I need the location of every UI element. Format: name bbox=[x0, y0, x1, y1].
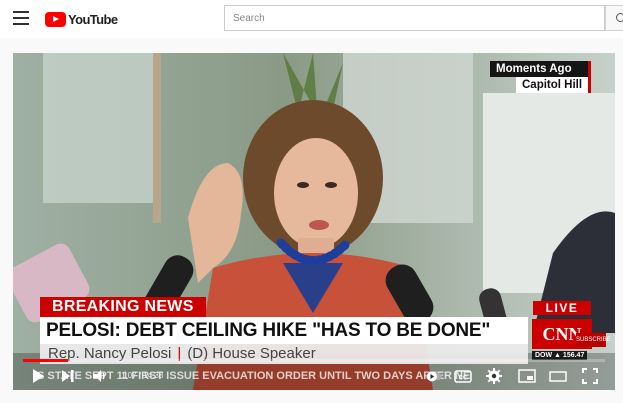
fullscreen-icon[interactable] bbox=[581, 367, 599, 385]
subscribe-watermark[interactable]: SUBSCRIBE bbox=[576, 333, 611, 347]
masthead: YouTube bbox=[0, 0, 623, 38]
badge-line2: Capitol Hill bbox=[516, 77, 592, 93]
settings-icon[interactable] bbox=[485, 367, 503, 385]
theater-icon[interactable] bbox=[549, 367, 567, 385]
play-icon[interactable] bbox=[29, 367, 47, 385]
live-badge: LIVE bbox=[533, 301, 591, 315]
video-player[interactable]: Moments Ago Capitol Hill BREAKING NEWS P… bbox=[13, 53, 615, 390]
search-button[interactable] bbox=[605, 5, 623, 31]
current-time: 1:07 bbox=[121, 371, 137, 380]
time-display: 1:07 / 14:38 bbox=[121, 371, 163, 380]
headline: PELOSI: DEBT CEILING HIKE "HAS TO BE DON… bbox=[40, 317, 528, 344]
next-icon[interactable] bbox=[59, 367, 77, 385]
search-input[interactable] bbox=[225, 6, 604, 30]
player-controls: 1:07 / 14:38 CC bbox=[13, 363, 615, 390]
progress-played bbox=[23, 359, 68, 362]
svg-text:CC: CC bbox=[459, 376, 468, 382]
logo-text: YouTube bbox=[68, 11, 118, 27]
captions-icon[interactable]: CC bbox=[454, 367, 472, 385]
youtube-logo[interactable]: YouTube bbox=[45, 11, 118, 27]
volume-icon[interactable] bbox=[91, 367, 109, 385]
search-icon bbox=[616, 13, 623, 22]
miniplayer-icon[interactable] bbox=[518, 367, 536, 385]
badge-line1: Moments Ago bbox=[490, 61, 592, 77]
breaking-news-label: BREAKING NEWS bbox=[40, 297, 206, 317]
youtube-logo-icon bbox=[45, 11, 66, 27]
location-badge: Moments Ago Capitol Hill bbox=[490, 61, 592, 93]
duration: 14:38 bbox=[143, 371, 164, 380]
progress-bar[interactable] bbox=[23, 359, 605, 362]
menu-icon[interactable] bbox=[13, 11, 29, 25]
autoplay-toggle-icon[interactable] bbox=[425, 367, 443, 385]
search-box bbox=[224, 5, 605, 31]
